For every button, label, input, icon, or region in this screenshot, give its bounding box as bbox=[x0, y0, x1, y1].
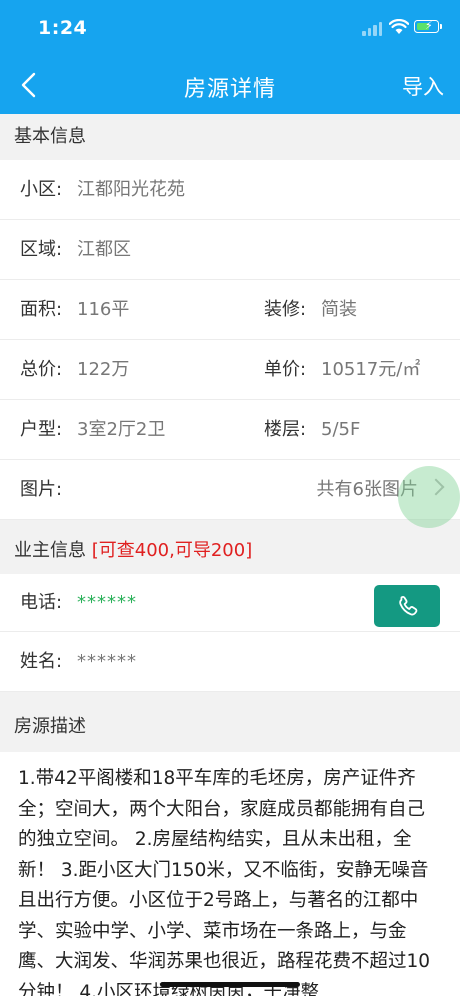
wifi-icon bbox=[389, 19, 409, 34]
community-label: 小区: bbox=[20, 179, 63, 200]
community-value: 江都阳光花苑 bbox=[77, 179, 185, 200]
layout-label: 户型: bbox=[20, 419, 63, 440]
total-price-label: 总价: bbox=[20, 359, 63, 380]
layout-value: 3室2厅2卫 bbox=[77, 419, 166, 440]
name-value: ****** bbox=[77, 651, 137, 672]
district-label: 区域: bbox=[20, 239, 63, 260]
owner-info-header: 业主信息 [可查400,可导200] bbox=[0, 528, 460, 574]
status-bar: 1:24 ⚡ bbox=[0, 0, 460, 56]
call-button[interactable] bbox=[374, 585, 440, 627]
area-label: 面积: bbox=[20, 299, 63, 320]
area-value: 116平 bbox=[77, 299, 130, 320]
phone-label: 电话: bbox=[20, 592, 63, 613]
decoration-label: 装修: bbox=[264, 299, 307, 320]
battery-icon: ⚡ bbox=[414, 19, 442, 33]
photos-label: 图片: bbox=[20, 479, 63, 500]
decoration-value: 简装 bbox=[321, 299, 357, 320]
name-row: 姓名: ****** bbox=[0, 632, 460, 692]
description-text: 1.带42平阁楼和18平车库的毛坯房，房产证件齐全；空间大，两个大阳台，家庭成员… bbox=[0, 752, 460, 996]
price-row: 总价: 122万 单价: 10517元/㎡ bbox=[0, 340, 460, 400]
name-label: 姓名: bbox=[20, 651, 63, 672]
layout-floor-row: 户型: 3室2厅2卫 楼层: 5/5F bbox=[0, 400, 460, 460]
unit-price-value: 10517元/㎡ bbox=[321, 359, 421, 380]
total-price-value: 122万 bbox=[77, 359, 130, 380]
basic-info-header: 基本信息 bbox=[0, 114, 460, 160]
phone-icon bbox=[399, 595, 418, 616]
signal-icon bbox=[362, 22, 384, 36]
district-value: 江都区 bbox=[77, 239, 131, 260]
floor-label: 楼层: bbox=[264, 419, 307, 440]
photos-row[interactable]: 图片: 共有6张图片 bbox=[0, 460, 460, 520]
quota-note: [可查400,可导200] bbox=[91, 540, 253, 561]
unit-price-label: 单价: bbox=[264, 359, 307, 380]
import-button[interactable]: 导入 bbox=[402, 71, 444, 101]
touch-indicator bbox=[398, 466, 460, 528]
description-header: 房源描述 bbox=[0, 702, 460, 752]
community-row: 小区: 江都阳光花苑 bbox=[0, 160, 460, 220]
status-time: 1:24 bbox=[38, 17, 88, 39]
page-title: 房源详情 bbox=[183, 77, 276, 102]
area-decoration-row: 面积: 116平 装修: 简装 bbox=[0, 280, 460, 340]
floor-value: 5/5F bbox=[321, 419, 361, 440]
nav-bar: 房源详情 导入 bbox=[0, 56, 460, 114]
owner-info-title: 业主信息 bbox=[14, 540, 86, 561]
district-row: 区域: 江都区 bbox=[0, 220, 460, 280]
phone-value: ****** bbox=[77, 592, 137, 613]
home-indicator[interactable] bbox=[160, 982, 300, 987]
